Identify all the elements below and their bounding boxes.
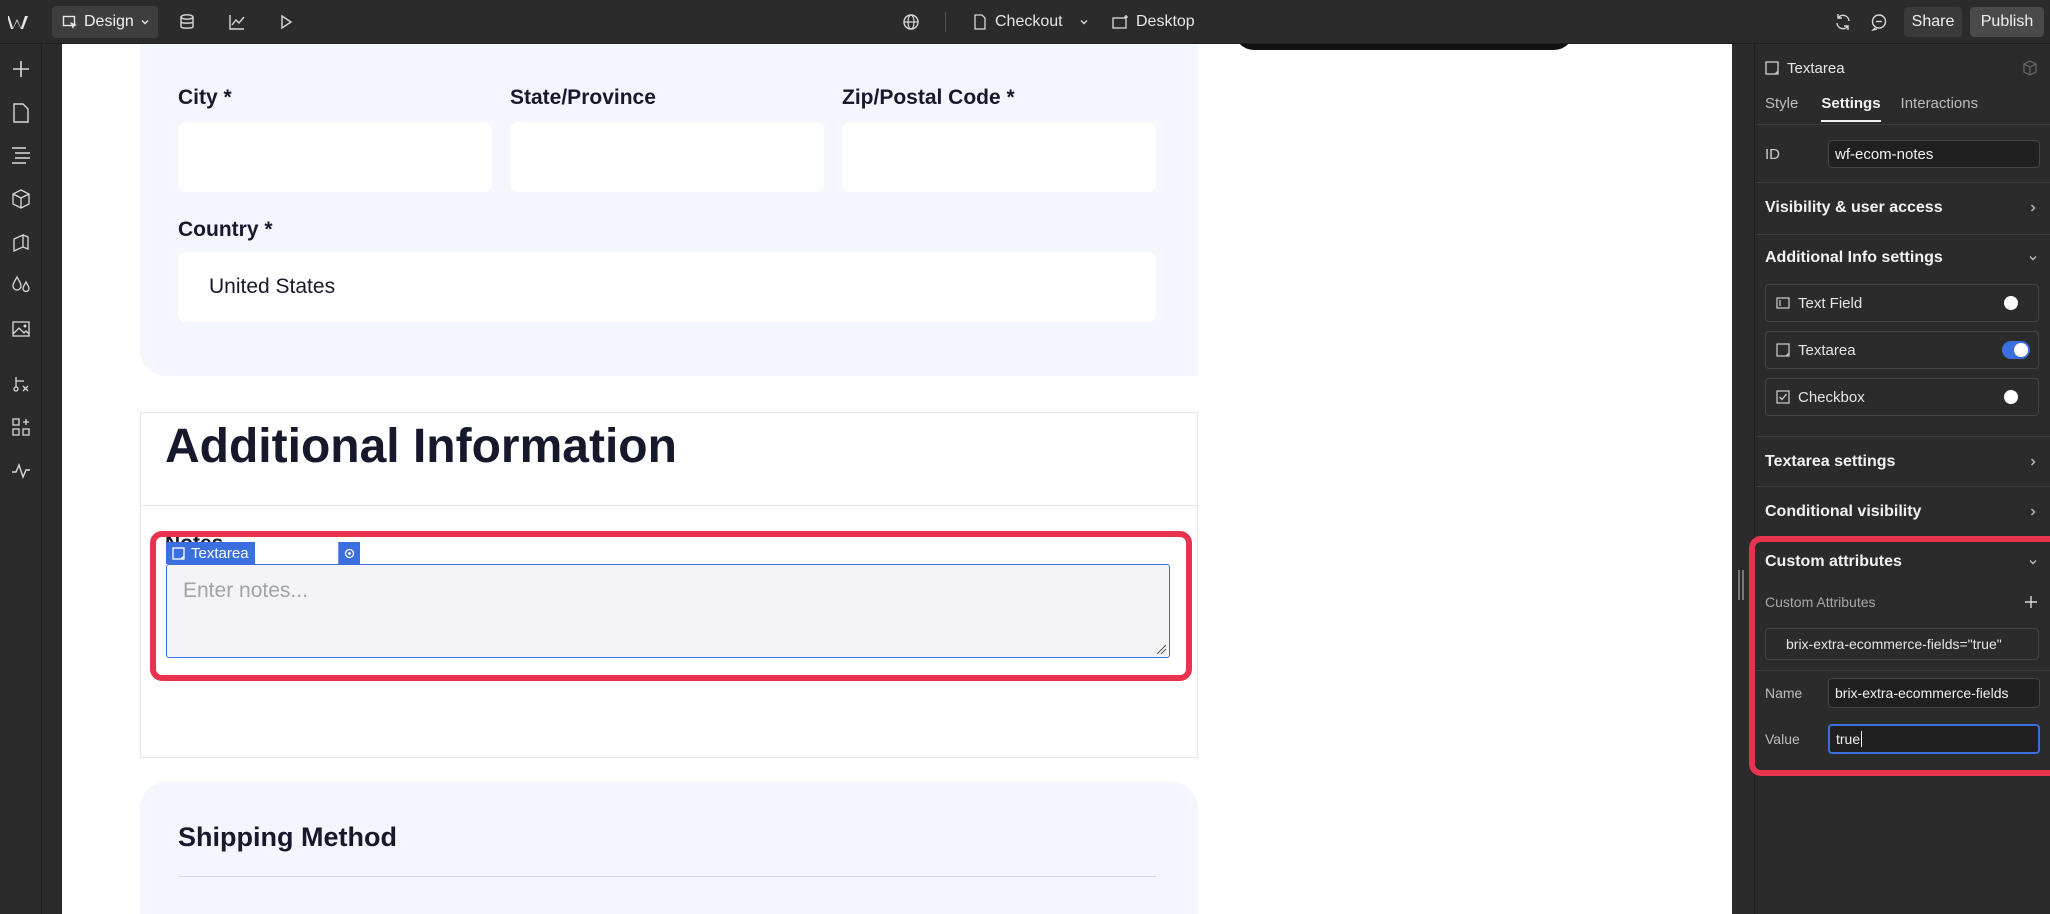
variables-drops-icon[interactable] (8, 272, 34, 298)
tab-settings[interactable]: Settings (1821, 94, 1881, 122)
text-field-toggle[interactable] (2002, 294, 2030, 312)
page-document-icon (973, 14, 987, 30)
panel-divider (1755, 436, 2050, 437)
share-button[interactable]: Share (1904, 7, 1962, 37)
country-select[interactable]: United States (178, 252, 1156, 322)
textarea-toggle[interactable] (2002, 341, 2030, 359)
textarea-settings-title: Textarea settings (1765, 453, 1896, 470)
textarea-toggle-row[interactable]: Textarea (1765, 331, 2039, 369)
cursor-select-icon (62, 14, 78, 30)
zip-input[interactable] (842, 122, 1156, 192)
textarea-icon (1776, 343, 1790, 357)
additional-info-title: Additional Info settings (1765, 249, 1943, 266)
pages-icon[interactable] (8, 100, 34, 126)
textarea-label: Textarea (1798, 341, 1856, 359)
panel-divider (1755, 124, 2050, 125)
additional-info-section: Additional Information Notes Textarea En… (140, 412, 1198, 758)
panel-tabs: Style Settings Interactions (1765, 88, 2038, 122)
state-input[interactable] (510, 122, 824, 192)
visibility-section-header[interactable]: Visibility & user access (1765, 192, 2038, 224)
additional-info-settings-header[interactable]: Additional Info settings (1765, 242, 2038, 274)
zip-label: Zip/Postal Code * (842, 86, 1015, 109)
desktop-breakpoint-icon (1112, 14, 1130, 30)
chevron-down-icon (1079, 17, 1089, 27)
text-field-toggle-row[interactable]: Text Field (1765, 284, 2039, 322)
highlight-frame (1749, 536, 2050, 776)
design-canvas[interactable]: City * State/Province Zip/Postal Code * … (62, 44, 1732, 914)
design-mode-button[interactable]: Design (52, 6, 158, 38)
top-toolbar: Design Checkout Desktop Share Publish (0, 0, 2050, 44)
toolbar-divider (945, 12, 946, 32)
tab-interactions[interactable]: Interactions (1901, 95, 1979, 112)
tab-settings-label: Settings (1821, 94, 1881, 112)
breakpoint-label: Desktop (1136, 13, 1195, 30)
text-field-icon (1776, 297, 1790, 309)
selected-element-name: Textarea (1787, 59, 1845, 77)
panel-resize-handle[interactable] (1738, 570, 1744, 600)
city-label: City * (178, 86, 232, 109)
analytics-chart-icon[interactable] (228, 0, 246, 44)
state-label: State/Province (510, 86, 656, 109)
checkbox-toggle-row[interactable]: Checkbox (1765, 378, 2039, 416)
chevron-right-icon (2028, 507, 2038, 517)
visibility-title: Visibility & user access (1765, 199, 1943, 216)
city-input[interactable] (178, 122, 492, 192)
play-preview-icon[interactable] (278, 0, 294, 44)
components-cube-icon[interactable] (8, 186, 34, 212)
section-divider (141, 505, 1197, 506)
breakpoint-selector[interactable]: Desktop (1112, 0, 1195, 44)
highlight-frame (150, 531, 1192, 681)
id-input[interactable]: wf-ecom-notes (1828, 140, 2040, 168)
add-element-icon[interactable] (8, 56, 34, 82)
logic-flows-icon[interactable] (8, 370, 34, 396)
style-selectors-icon[interactable] (8, 230, 34, 256)
active-tab-indicator (1821, 119, 1881, 122)
component-cube-icon[interactable] (2022, 60, 2038, 76)
id-label: ID (1765, 145, 1780, 163)
country-value: United States (209, 275, 336, 298)
device-frame-edge (1234, 44, 1574, 50)
settings-panel: Textarea Style Settings Interactions ID … (1749, 44, 2050, 914)
publish-button[interactable]: Publish (1970, 7, 2044, 37)
shipping-heading: Shipping Method (178, 822, 397, 852)
tab-style[interactable]: Style (1765, 95, 1798, 112)
checkbox-label: Checkbox (1798, 388, 1865, 406)
chevron-down-icon (2028, 253, 2038, 263)
id-value: wf-ecom-notes (1835, 145, 1934, 163)
assets-image-icon[interactable] (8, 316, 34, 342)
apps-grid-icon[interactable] (8, 414, 34, 440)
cms-database-icon[interactable] (178, 0, 196, 44)
globe-icon[interactable] (902, 0, 920, 44)
selected-element-header: Textarea (1765, 54, 2038, 82)
shipping-divider (178, 876, 1156, 877)
checkbox-icon (1776, 390, 1790, 404)
audit-pulse-icon[interactable] (8, 458, 34, 484)
design-mode-label: Design (84, 13, 134, 30)
textarea-settings-header[interactable]: Textarea settings (1765, 446, 2038, 478)
chevron-down-icon (140, 17, 150, 27)
panel-divider (1755, 486, 2050, 487)
conditional-visibility-header[interactable]: Conditional visibility (1765, 496, 2038, 528)
conditional-visibility-title: Conditional visibility (1765, 503, 1922, 520)
panel-divider (1755, 234, 2050, 235)
page-selector[interactable]: Checkout (973, 0, 1089, 44)
shipping-section: Shipping Method (140, 782, 1198, 914)
textarea-icon (1765, 61, 1779, 75)
page-name: Checkout (995, 13, 1063, 30)
chevron-right-icon (2028, 457, 2038, 467)
comments-icon[interactable] (1870, 0, 1888, 44)
left-toolbar (0, 44, 42, 914)
panel-divider (1755, 182, 2050, 183)
additional-info-heading: Additional Information (165, 420, 677, 473)
chevron-right-icon (2028, 203, 2038, 213)
checkbox-toggle[interactable] (2002, 388, 2030, 406)
sync-refresh-icon[interactable] (1834, 0, 1852, 44)
webflow-logo-icon[interactable] (8, 0, 32, 44)
country-label: Country * (178, 218, 273, 241)
navigator-icon[interactable] (8, 142, 34, 168)
address-section: City * State/Province Zip/Postal Code * … (140, 44, 1198, 376)
text-field-label: Text Field (1798, 294, 1863, 312)
